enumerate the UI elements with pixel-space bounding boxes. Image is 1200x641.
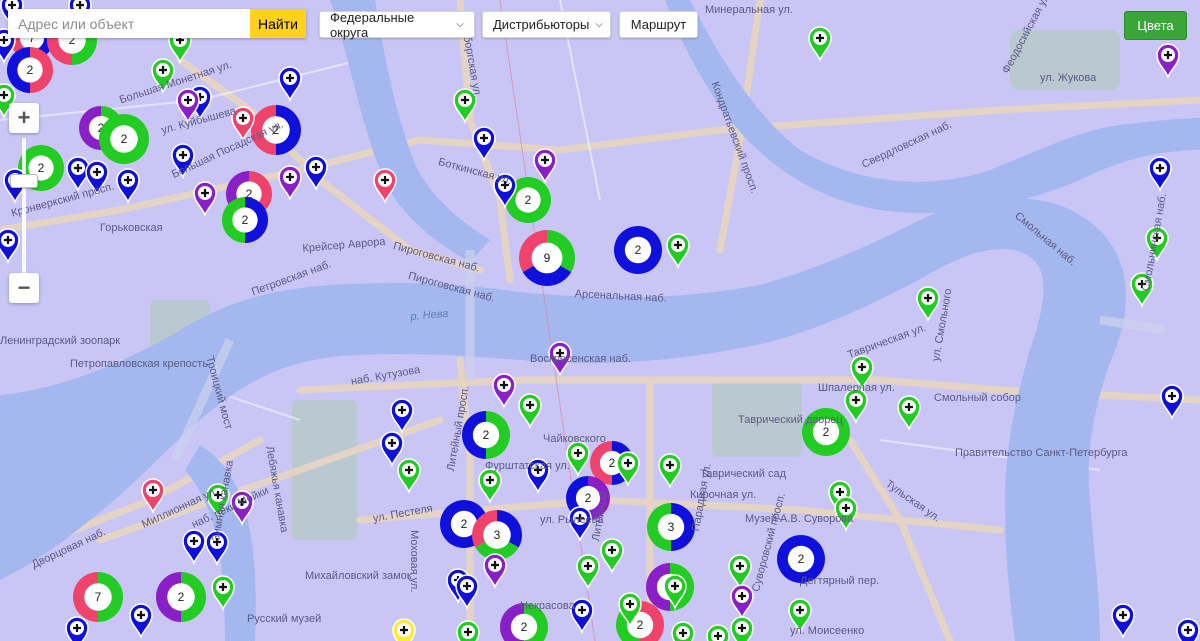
map-label: Горьковская xyxy=(100,222,163,234)
map-label: Таврический дворец xyxy=(738,414,843,426)
cluster-count: 2 xyxy=(635,243,642,257)
pharmacy-pin-icon[interactable] xyxy=(706,624,730,641)
cluster-count: 2 xyxy=(525,193,532,207)
cluster-count: 3 xyxy=(494,528,501,542)
cluster-marker[interactable]: 2 xyxy=(99,114,149,164)
cluster-count: 2 xyxy=(585,491,592,505)
cluster-count: 2 xyxy=(27,63,34,77)
map-label: ул. Моисеенко xyxy=(790,625,865,637)
cluster-count: 3 xyxy=(668,520,675,534)
cluster-marker[interactable]: 3 xyxy=(472,510,522,560)
zoom-in-button[interactable]: + xyxy=(9,103,39,133)
distributors-dropdown[interactable]: Дистрибьюторы ⌵ xyxy=(482,11,611,38)
cluster-count: 7 xyxy=(95,590,102,604)
map-label: Шпалерная ул. xyxy=(818,382,895,394)
zoom-slider-handle[interactable] xyxy=(10,174,38,188)
map-label: Правительство Санкт-Петербурга xyxy=(955,447,1128,459)
cluster-marker[interactable]: 2 xyxy=(614,226,662,274)
map-label: Смольный собор xyxy=(934,392,1021,404)
map-toolbar: Найти Федеральные округа ⌵ Дистрибьюторы… xyxy=(0,0,1200,40)
map-label: Фурштатская ул. xyxy=(485,460,570,472)
colors-button[interactable]: Цвета xyxy=(1124,11,1187,40)
districts-dropdown[interactable]: Федеральные округа ⌵ xyxy=(319,9,475,40)
cluster-marker[interactable]: 2 xyxy=(222,197,268,243)
cluster-count: 2 xyxy=(637,618,644,632)
cluster-count: 2 xyxy=(38,161,45,175)
cluster-count: 2 xyxy=(242,213,249,227)
map-label: Моховая ул. xyxy=(408,530,420,593)
colors-button-label: Цвета xyxy=(1137,18,1174,33)
pharmacy-pin-icon[interactable] xyxy=(456,620,480,641)
pharmacy-pin-icon[interactable] xyxy=(671,621,695,641)
map-label: Музей А.В. Суворова xyxy=(745,513,854,525)
cluster-count: 2 xyxy=(823,425,830,439)
cluster-count: 2 xyxy=(521,620,528,634)
cluster-count: 9 xyxy=(544,251,551,265)
cluster-count: 2 xyxy=(798,552,805,566)
map-label: Чайковского xyxy=(543,433,606,445)
cluster-marker[interactable]: 2 xyxy=(462,411,510,459)
map-label: Михайловский замок xyxy=(305,570,412,582)
cluster-count: 2 xyxy=(461,517,468,531)
cluster-marker[interactable]: 3 xyxy=(647,503,695,551)
map-label: Ленинградский зоопарк xyxy=(0,335,121,347)
map-label: Петропавловская крепость xyxy=(70,358,209,370)
search-button[interactable]: Найти xyxy=(250,9,306,38)
districts-dropdown-label: Федеральные округа xyxy=(330,9,415,40)
cluster-marker[interactable]: 2 xyxy=(7,47,53,93)
pharmacy-pin-icon[interactable] xyxy=(392,618,416,641)
map-label: Таврический сад xyxy=(700,468,786,480)
search-box: Найти xyxy=(8,9,306,38)
pharmacy-pin-icon[interactable] xyxy=(65,616,89,641)
map-label: Некрасова xyxy=(520,600,575,612)
cluster-count: 2 xyxy=(178,590,185,604)
chevron-down-icon: ⌵ xyxy=(456,19,464,30)
cluster-count: 2 xyxy=(121,132,128,146)
cluster-marker[interactable]: 9 xyxy=(519,230,575,287)
map-label: Воскресенская наб. xyxy=(530,353,631,365)
map-canvas[interactable]: 7222222222922222233272222 xyxy=(0,0,1200,641)
cluster-count: 2 xyxy=(609,456,616,470)
chevron-down-icon: ⌵ xyxy=(595,19,603,30)
zoom-slider-track[interactable] xyxy=(22,138,26,276)
plus-icon: + xyxy=(17,105,31,130)
minus-icon: − xyxy=(17,275,31,300)
search-input[interactable] xyxy=(8,9,250,38)
pharmacy-pin-icon[interactable] xyxy=(730,616,754,641)
zoom-out-button[interactable]: − xyxy=(9,273,39,303)
pharmacy-pin-icon[interactable] xyxy=(1176,618,1200,641)
map-label: ул. Жукова xyxy=(1040,72,1097,84)
cluster-count: 2 xyxy=(483,428,490,442)
cluster-marker[interactable]: 7 xyxy=(73,572,123,622)
map-label: Русский музей xyxy=(247,613,322,625)
distributors-dropdown-label: Дистрибьюторы xyxy=(493,17,590,32)
route-button-label: Маршрут xyxy=(630,17,687,32)
map-label: Дегтярный пер. xyxy=(800,575,880,587)
cluster-marker[interactable]: 2 xyxy=(156,572,206,622)
route-button[interactable]: Маршрут xyxy=(619,11,698,38)
